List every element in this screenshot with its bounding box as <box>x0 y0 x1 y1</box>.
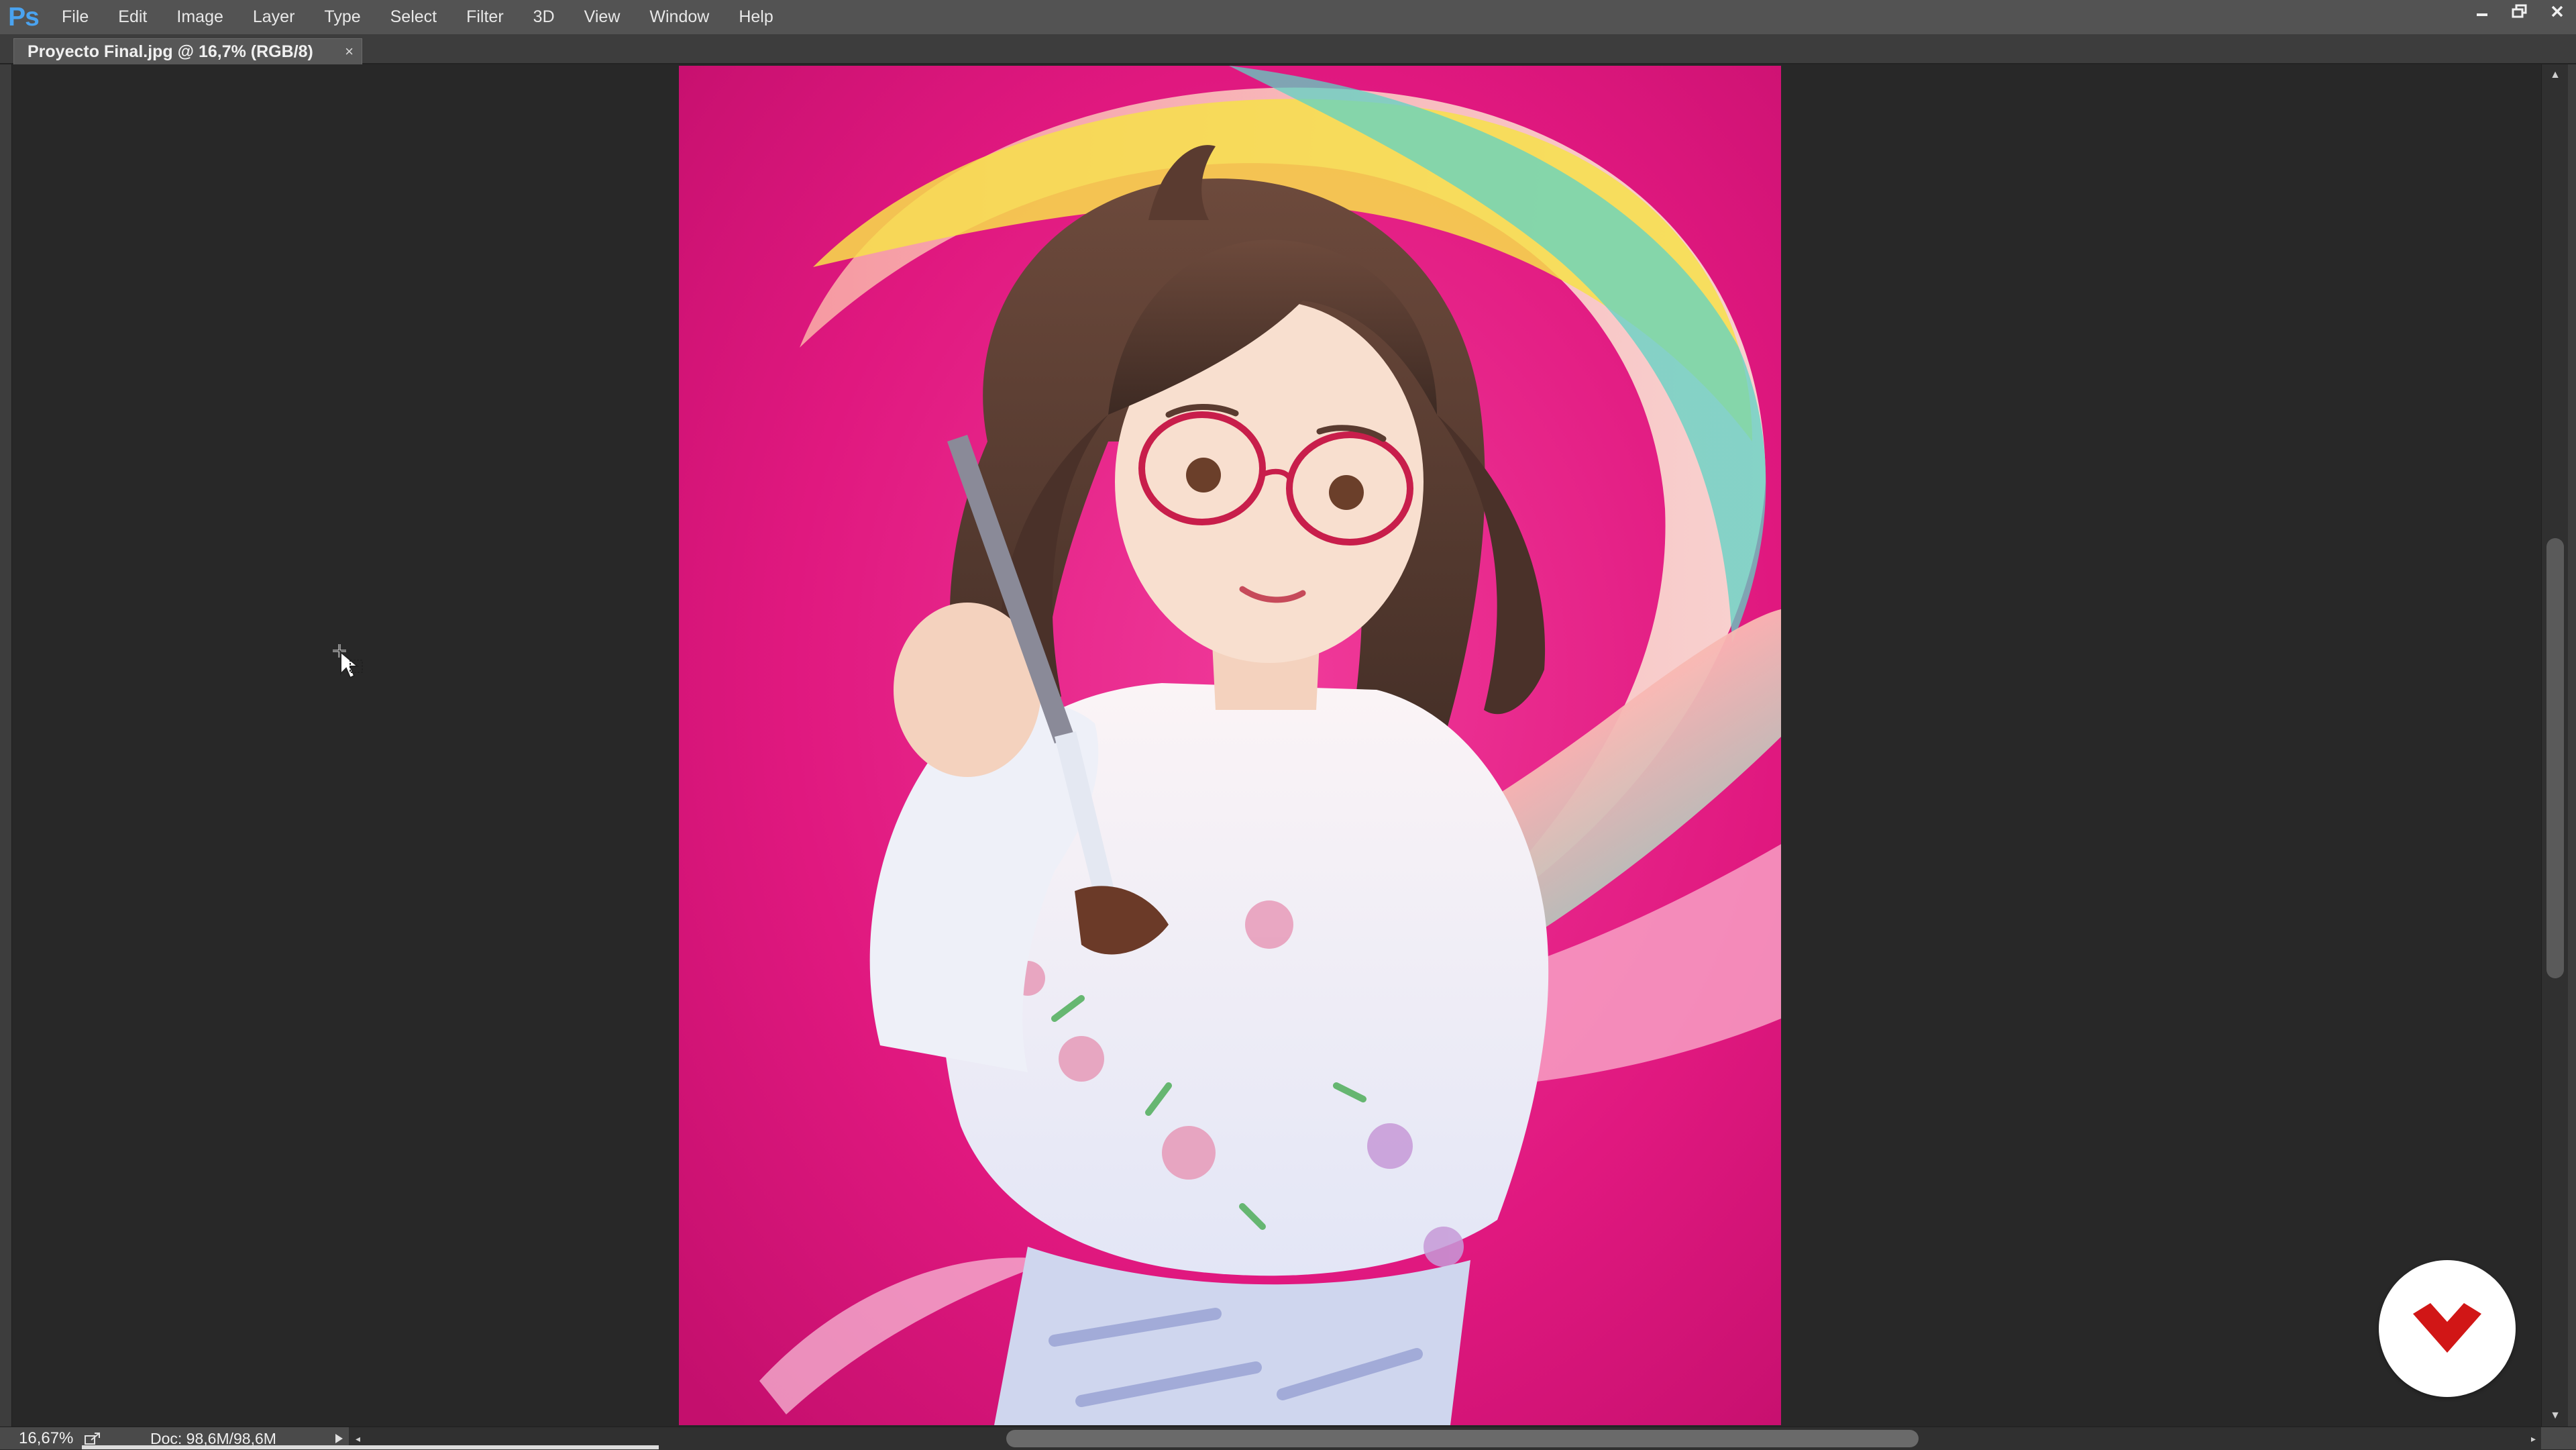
right-panel-edge <box>2568 64 2576 1427</box>
vertical-scrollbar[interactable]: ▲ ▼ <box>2541 64 2568 1427</box>
menu-select[interactable]: Select <box>376 0 451 34</box>
close-window-button[interactable] <box>2538 0 2576 23</box>
scroll-left-arrow-icon[interactable]: ◂ <box>356 1433 360 1445</box>
scroll-right-arrow-icon[interactable]: ▸ <box>2531 1433 2536 1445</box>
scroll-down-arrow-icon[interactable]: ▼ <box>2542 1405 2569 1427</box>
photoshop-logo: Ps <box>8 2 40 32</box>
restore-button[interactable] <box>2501 0 2538 23</box>
menu-file[interactable]: File <box>47 0 103 34</box>
menu-help[interactable]: Help <box>724 0 788 34</box>
brand-logo-badge <box>2379 1260 2516 1397</box>
document-tab[interactable]: Proyecto Final.jpg @ 16,7% (RGB/8) × <box>13 38 362 64</box>
artwork-image <box>679 66 1781 1425</box>
left-panel-edge <box>0 64 12 1427</box>
menu-filter[interactable]: Filter <box>451 0 519 34</box>
brand-logo-icon <box>2413 1303 2481 1353</box>
document-tab-bar: Proyecto Final.jpg @ 16,7% (RGB/8) × <box>0 34 2576 64</box>
menu-3d[interactable]: 3D <box>519 0 570 34</box>
minimize-icon <box>2477 13 2487 16</box>
close-icon <box>2551 5 2563 17</box>
horizontal-scrollbar[interactable]: ◂ ▸ <box>349 1427 2541 1450</box>
document-tab-title: Proyecto Final.jpg @ 16,7% (RGB/8) <box>28 42 313 61</box>
menu-window[interactable]: Window <box>635 0 724 34</box>
status-menu-arrow-icon[interactable] <box>334 1433 343 1444</box>
window-controls <box>2463 0 2576 23</box>
close-tab-icon[interactable]: × <box>345 43 354 60</box>
menu-layer[interactable]: Layer <box>238 0 310 34</box>
horizontal-scrollbar-thumb[interactable] <box>1006 1430 1919 1447</box>
menu-view[interactable]: View <box>570 0 635 34</box>
move-cursor-icon <box>333 644 363 679</box>
menu-type[interactable]: Type <box>309 0 375 34</box>
document-canvas[interactable] <box>12 64 2541 1427</box>
restore-icon <box>2512 4 2527 18</box>
menu-edit[interactable]: Edit <box>103 0 162 34</box>
menu-image[interactable]: Image <box>162 0 237 34</box>
minimize-button[interactable] <box>2463 0 2501 23</box>
zoom-level-field[interactable]: 16,67% <box>19 1427 73 1450</box>
status-progress-line <box>82 1445 659 1449</box>
vertical-scrollbar-thumb[interactable] <box>2546 538 2564 978</box>
scroll-up-arrow-icon[interactable]: ▲ <box>2542 64 2569 86</box>
menu-bar: Ps File Edit Image Layer Type Select Fil… <box>0 0 2576 34</box>
export-icon[interactable] <box>85 1432 101 1445</box>
